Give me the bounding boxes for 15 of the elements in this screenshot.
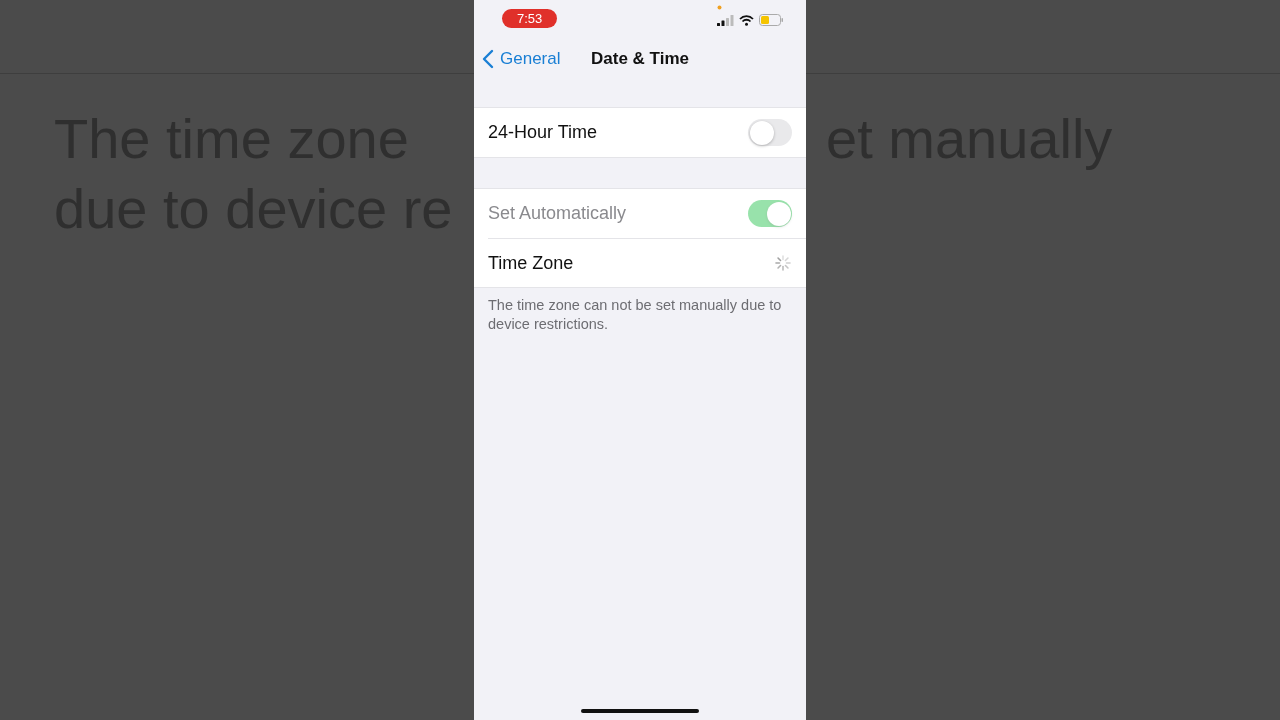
loading-spinner-icon — [774, 254, 792, 272]
indicator-dot-icon — [717, 5, 722, 10]
row-label: Set Automatically — [488, 203, 627, 224]
signal-icon — [717, 14, 734, 26]
toggle-switch[interactable] — [748, 119, 792, 146]
back-button[interactable]: General — [474, 48, 561, 69]
footer-note: The time zone can not be set manually due to device restrictions. — [488, 296, 783, 334]
status-time: 7:53 — [502, 9, 558, 28]
row-label: 24-Hour Time — [488, 122, 598, 143]
settings-row[interactable]: 24-Hour Time — [474, 108, 806, 157]
battery-icon — [759, 14, 784, 26]
row-label: Time Zone — [488, 252, 574, 274]
chevron-left-icon — [482, 48, 494, 69]
screen-title: Date & Time — [591, 48, 689, 69]
wifi-icon — [739, 14, 754, 26]
